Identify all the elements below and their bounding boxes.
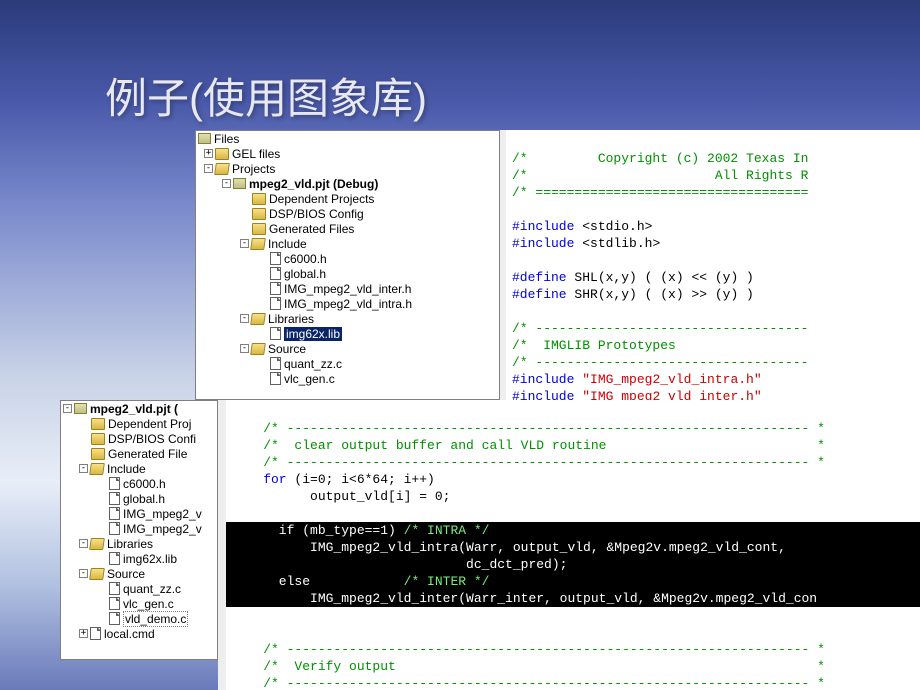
tree-root: Files — [214, 132, 239, 146]
file-icon — [270, 252, 281, 265]
project-tree-bottom[interactable]: -mpeg2_vld.pjt ( Dependent Proj DSP/BIOS… — [60, 400, 218, 660]
project-name[interactable]: mpeg2_vld.pjt (Debug) — [249, 177, 378, 191]
expand-icon[interactable]: + — [204, 149, 213, 158]
highlighted-code: if (mb_type==1) /* INTRA */ — [226, 522, 920, 539]
code-editor-top[interactable]: /* Copyright (c) 2002 Texas In /* All Ri… — [500, 130, 920, 400]
project-icon — [198, 133, 211, 144]
selected-lib[interactable]: img62x.lib — [284, 327, 342, 341]
active-file[interactable]: vld_demo.c — [123, 611, 188, 627]
folder-icon — [214, 163, 230, 175]
project-icon — [233, 178, 246, 189]
collapse-icon[interactable]: - — [204, 164, 213, 173]
code-editor-bottom[interactable]: /* -------------------------------------… — [218, 400, 920, 690]
project-tree-top[interactable]: Files +GEL files -Projects -mpeg2_vld.pj… — [195, 130, 500, 400]
folder-icon — [215, 148, 229, 160]
page-title: 例子(使用图象库) — [105, 65, 427, 126]
